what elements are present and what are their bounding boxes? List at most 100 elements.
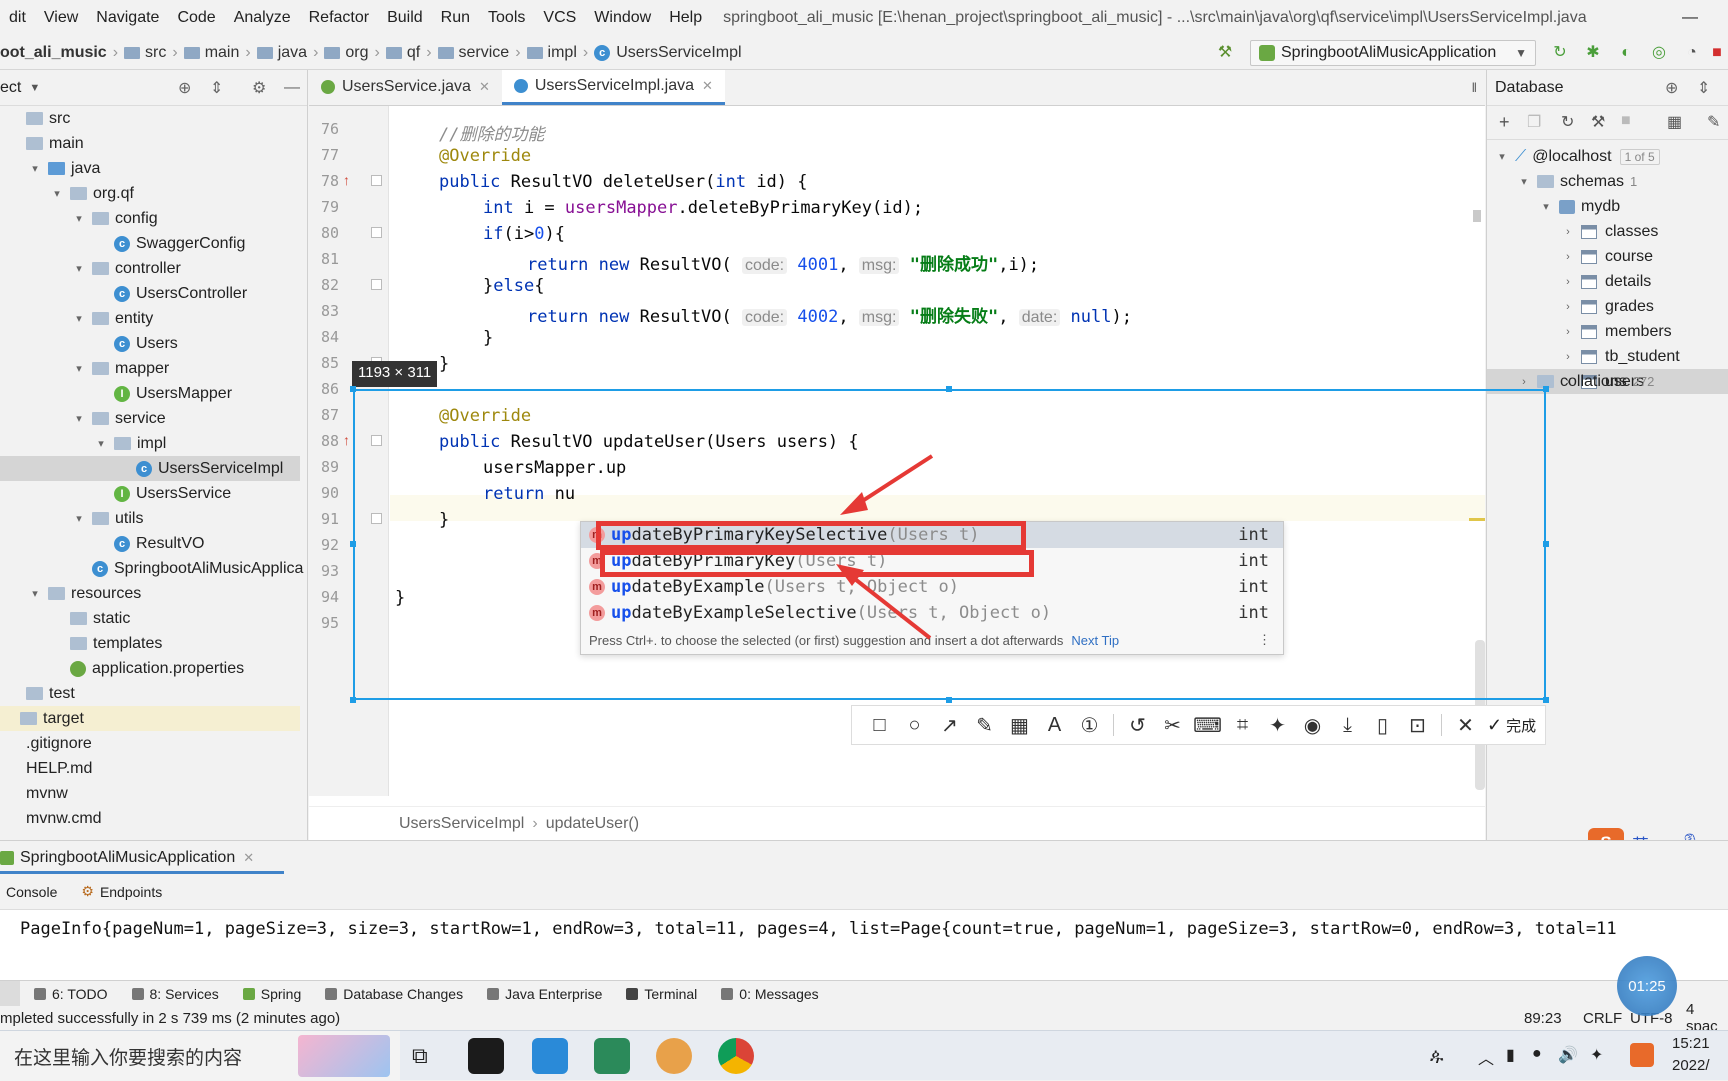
crumb-class[interactable]: UsersServiceImpl — [616, 44, 741, 62]
next-tip-link[interactable]: Next Tip — [1071, 633, 1119, 648]
caret-position[interactable]: 89:23 — [1524, 1010, 1562, 1027]
tree-item-service[interactable]: ▾ service — [72, 406, 165, 431]
menu-analyze[interactable]: Analyze — [225, 9, 300, 27]
volume-icon[interactable]: 🔊 — [1558, 1045, 1578, 1065]
tree-item-springbootalimusicapplica[interactable]: c SpringbootAliMusicApplica — [72, 556, 303, 581]
db-table-tb-student[interactable]: › tb_student — [1561, 344, 1680, 369]
editor-app-icon[interactable] — [594, 1038, 630, 1074]
minimize-button[interactable]: — — [1682, 9, 1698, 27]
menu-help[interactable]: Help — [660, 9, 711, 27]
close-icon[interactable]: ✕ — [243, 850, 254, 866]
edit-icon[interactable]: ✎ — [1707, 112, 1720, 132]
resize-handle[interactable] — [1543, 386, 1549, 392]
tree-item-mvnw[interactable]: mvnw — [6, 781, 68, 806]
chevron-right-icon[interactable]: › — [1561, 326, 1575, 338]
chevron-down-icon[interactable]: ▾ — [72, 512, 86, 525]
collapse-icon[interactable]: ⇕ — [210, 78, 223, 98]
menu-refactor[interactable]: Refactor — [300, 9, 378, 27]
resize-handle[interactable] — [350, 541, 356, 547]
chrome-icon[interactable] — [718, 1038, 754, 1074]
people-icon[interactable]: ዹ — [1430, 1045, 1443, 1066]
chevron-down-icon[interactable]: ▾ — [72, 212, 86, 225]
tree-item-mapper[interactable]: ▾ mapper — [72, 356, 169, 381]
db-schemas[interactable]: ▾ schemas 1 — [1517, 169, 1637, 194]
chevron-down-icon[interactable]: ▾ — [72, 362, 86, 375]
attach-icon[interactable]: ◔ — [1683, 44, 1701, 62]
console-tab[interactable]: Console — [6, 884, 57, 900]
chevron-down-icon[interactable]: ▾ — [94, 437, 108, 450]
menu-vcs[interactable]: VCS — [534, 9, 585, 27]
hammer-icon[interactable]: ⚒ — [1216, 44, 1234, 62]
number-icon[interactable]: ① — [1072, 711, 1107, 739]
sidebar-toggle[interactable] — [0, 980, 20, 1007]
run-tab-label[interactable]: SpringbootAliMusicApplication — [20, 849, 235, 867]
chevron-right-icon[interactable]: › — [1561, 351, 1575, 363]
tree-item-entity[interactable]: ▾ entity — [72, 306, 153, 331]
globe-icon[interactable]: ⊕ — [1665, 78, 1678, 98]
done-button[interactable]: ✓ 完成 — [1483, 715, 1536, 736]
bookmark-icon[interactable]: ⊡ — [1400, 711, 1435, 739]
menu-edit[interactable]: dit — [0, 9, 35, 27]
pin-icon[interactable]: ✦ — [1260, 711, 1295, 739]
resize-handle[interactable] — [1543, 541, 1549, 547]
resize-handle[interactable] — [350, 386, 356, 392]
menu-run[interactable]: Run — [432, 9, 479, 27]
close-icon[interactable]: ✕ — [702, 78, 713, 94]
locate-icon[interactable]: ⊕ — [178, 78, 191, 98]
refresh-icon[interactable]: ↻ — [1561, 112, 1574, 132]
rectangle-icon[interactable]: □ — [862, 711, 897, 739]
taskbar-search[interactable]: 在这里输入你要搜索的内容 — [0, 1031, 400, 1081]
crumb-main[interactable]: main — [205, 44, 240, 62]
table-icon[interactable]: ▦ — [1667, 112, 1682, 132]
tree-item-utils[interactable]: ▾ utils — [72, 506, 143, 531]
tool-messages[interactable]: 0: Messages — [721, 986, 819, 1002]
endpoints-tab[interactable]: Endpoints — [100, 884, 162, 900]
chevron-down-icon[interactable]: ▾ — [72, 412, 86, 425]
chevron-up-icon[interactable]: ︿ — [1478, 1045, 1494, 1069]
tool-terminal[interactable]: Terminal — [626, 986, 697, 1002]
tree-item-controller[interactable]: ▾ controller — [72, 256, 181, 281]
intellij-icon[interactable] — [468, 1038, 504, 1074]
menu-code[interactable]: Code — [168, 9, 224, 27]
chevron-down-icon[interactable]: ▾ — [28, 162, 42, 175]
db-mydb[interactable]: ▾ mydb — [1539, 194, 1620, 219]
tree-item-target[interactable]: target — [0, 706, 300, 731]
tree-item-usersservice[interactable]: I UsersService — [94, 481, 231, 506]
network-icon[interactable]: ✦ — [1590, 1045, 1603, 1065]
tree-item--gitignore[interactable]: .gitignore — [6, 731, 92, 756]
tool-services[interactable]: 8: Services — [131, 986, 219, 1002]
db-host[interactable]: ▾ ⟋ @localhost 1 of 5 — [1495, 144, 1660, 169]
run-config-select[interactable]: SpringbootAliMusicApplication ▼ — [1250, 40, 1536, 66]
crumb-qf[interactable]: qf — [407, 44, 420, 62]
chevron-down-icon[interactable]: ▾ — [72, 262, 86, 275]
fold-icon[interactable] — [371, 279, 382, 290]
circle-icon[interactable]: ○ — [897, 711, 932, 739]
menu-tools[interactable]: Tools — [479, 9, 534, 27]
tree-item-org-qf[interactable]: ▾ org.qf — [50, 181, 134, 206]
menu-navigate[interactable]: Navigate — [87, 9, 168, 27]
translate-icon[interactable]: ⌨ — [1190, 711, 1225, 739]
tab-usersservice[interactable]: UsersService.java ✕ — [309, 70, 502, 105]
chevron-right-icon[interactable]: › — [1561, 276, 1575, 288]
resize-handle[interactable] — [946, 386, 952, 392]
battery-icon[interactable]: ▮ — [1506, 1045, 1515, 1065]
ocr-icon[interactable]: ⌗ — [1225, 711, 1260, 739]
vscode-icon[interactable] — [532, 1038, 568, 1074]
tree-item-application-properties[interactable]: application.properties — [50, 656, 244, 681]
tree-item-src[interactable]: src — [6, 106, 70, 131]
tree-item-mvnw-cmd[interactable]: mvnw.cmd — [6, 806, 102, 831]
tree-item-static[interactable]: static — [50, 606, 130, 631]
db-table-course[interactable]: › course — [1561, 244, 1653, 269]
db-table-members[interactable]: › members — [1561, 319, 1672, 344]
qq-icon[interactable]: ● — [1532, 1045, 1542, 1063]
tree-item-resources[interactable]: ▾ resources — [28, 581, 141, 606]
scissors-icon[interactable]: ✂ — [1155, 711, 1190, 739]
close-icon[interactable]: ✕ — [1448, 711, 1483, 739]
debug-icon[interactable]: ✱ — [1584, 44, 1602, 62]
screen-recorder-icon[interactable] — [656, 1038, 692, 1074]
resize-handle[interactable] — [1543, 697, 1549, 703]
db-table-grades[interactable]: › grades — [1561, 294, 1654, 319]
resize-handle[interactable] — [946, 697, 952, 703]
fold-icon[interactable] — [371, 175, 382, 186]
pen-icon[interactable]: ✎ — [967, 711, 1002, 739]
